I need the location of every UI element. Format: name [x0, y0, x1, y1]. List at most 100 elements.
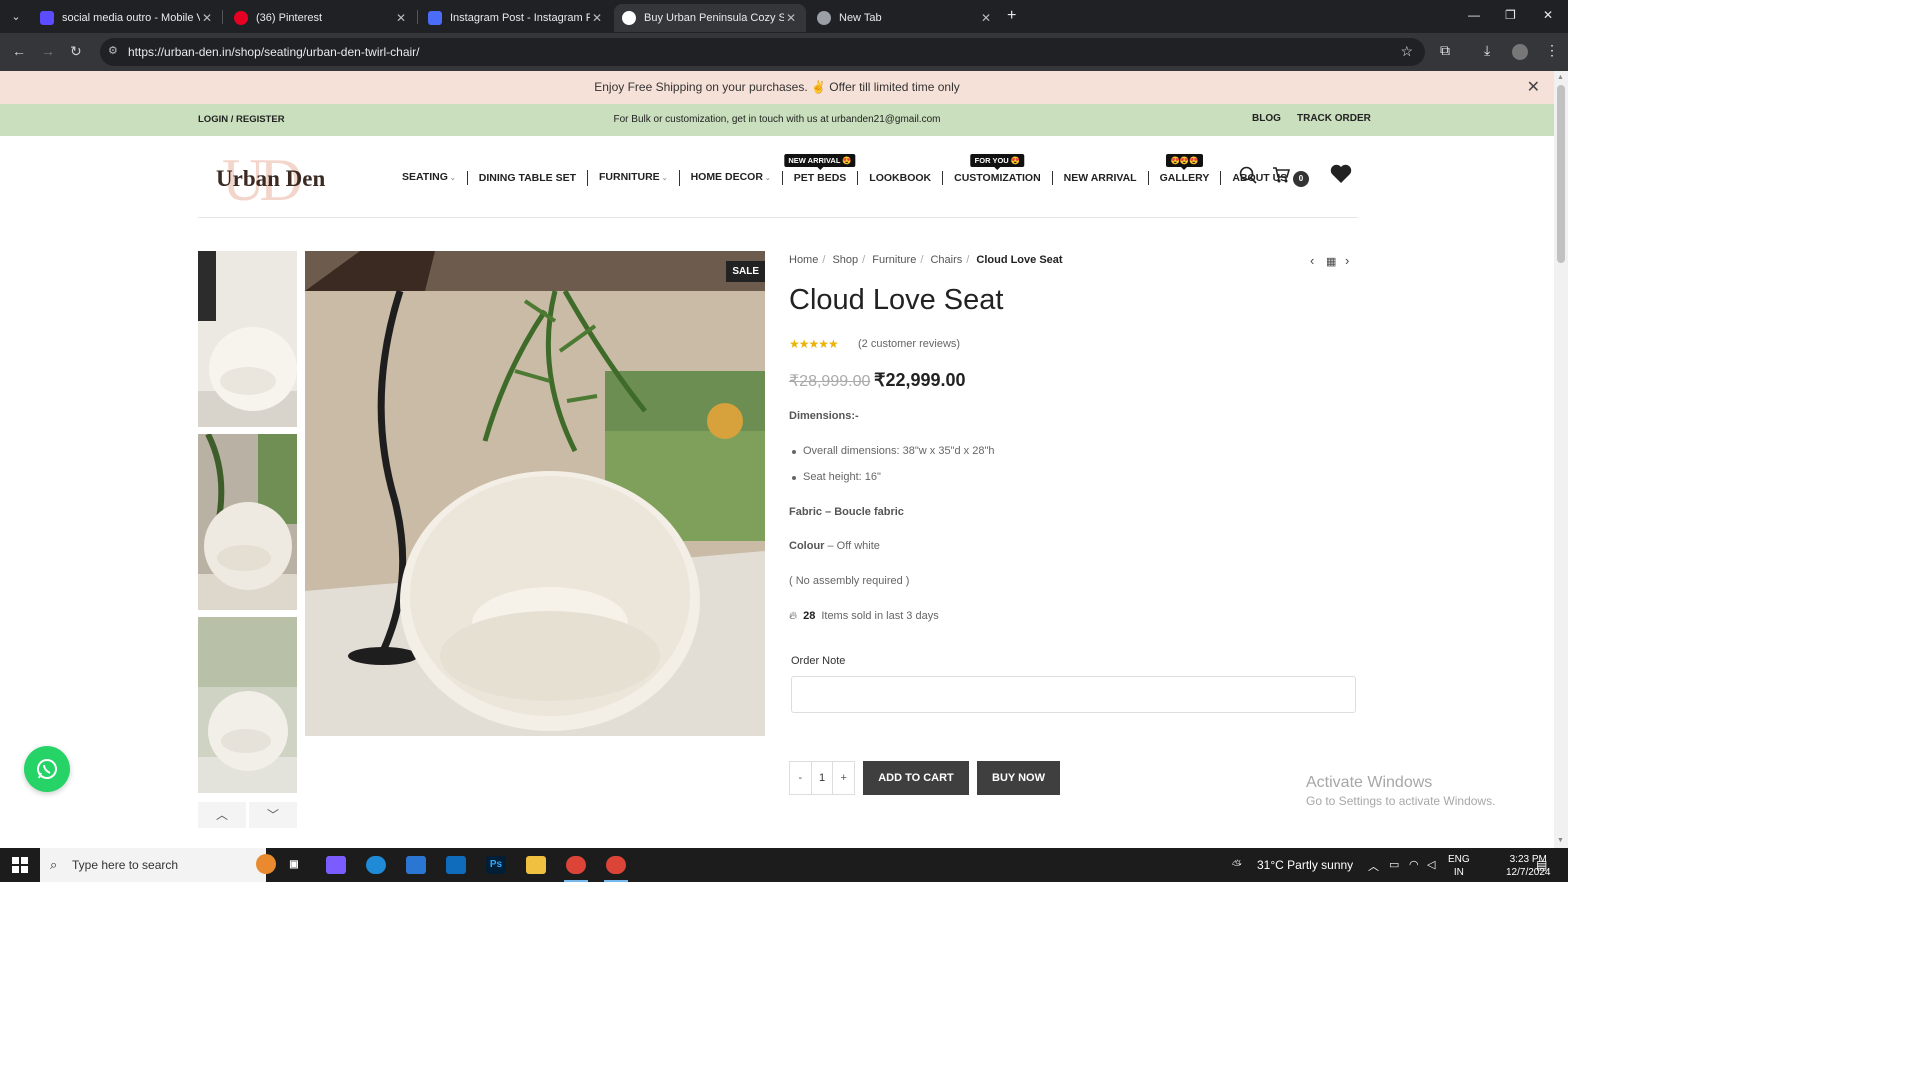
browser-tab-3[interactable]: Instagram Post - Instagram Pos ✕: [420, 4, 612, 32]
whatsapp-chat-icon[interactable]: [24, 746, 70, 792]
restore-icon[interactable]: ❐: [1505, 8, 1516, 22]
outlook-icon[interactable]: [446, 856, 466, 874]
chrome-icon[interactable]: [564, 856, 588, 882]
browser-tab-4-active[interactable]: Buy Urban Peninsula Cozy Swiv ✕: [614, 4, 806, 32]
download-icon[interactable]: ⤓: [1484, 42, 1490, 59]
chevron-down-icon: ⌄: [764, 175, 771, 182]
language-indicator[interactable]: ENG IN: [1448, 853, 1470, 879]
cart-icon[interactable]: [1272, 166, 1290, 189]
order-note-label: Order Note: [791, 655, 846, 667]
nav-item-home-decor[interactable]: HOME DECOR ⌄: [678, 170, 782, 186]
tab-search-button[interactable]: ⌄: [6, 7, 26, 27]
blog-link[interactable]: BLOG: [1252, 113, 1281, 124]
quantity-plus-button[interactable]: +: [833, 762, 854, 794]
breadcrumb-furniture[interactable]: Furniture: [872, 254, 916, 266]
minimize-icon[interactable]: —: [1468, 8, 1480, 22]
quantity-minus-button[interactable]: -: [790, 762, 811, 794]
extensions-puzzle-icon[interactable]: ⧉: [1440, 42, 1450, 59]
copilot-icon[interactable]: [326, 856, 346, 874]
customer-reviews-link[interactable]: (2 customer reviews): [858, 338, 960, 350]
scroll-up-arrow-icon[interactable]: ▲: [1557, 74, 1564, 81]
task-view-icon[interactable]: ▣: [284, 856, 304, 874]
chrome-favicon-icon: [817, 11, 831, 25]
edge-browser-icon[interactable]: [366, 856, 386, 874]
grid-back-to-shop-icon[interactable]: ▦: [1326, 255, 1336, 268]
nav-item-seating[interactable]: SEATING ⌄: [402, 170, 467, 186]
heart-wishlist-icon[interactable]: [1330, 164, 1352, 189]
for-you-badge: FOR YOU 😍: [970, 154, 1025, 170]
site-settings-icon[interactable]: ⚙: [108, 44, 122, 58]
previous-product-icon[interactable]: ‹: [1310, 253, 1314, 268]
more-menu-icon[interactable]: ⋮: [1545, 42, 1559, 59]
buy-now-button[interactable]: BUY NOW: [977, 761, 1060, 795]
new-tab-plus-icon[interactable]: +: [1007, 7, 1016, 25]
taskbar-search-box[interactable]: ⌕ Type here to search: [40, 848, 276, 882]
close-tab-icon[interactable]: ✕: [979, 11, 993, 25]
breadcrumb-shop[interactable]: Shop: [832, 254, 858, 266]
nav-item-gallery[interactable]: 😍😍😍 GALLERY: [1147, 154, 1221, 185]
weather-text[interactable]: 31°C Partly sunny: [1257, 858, 1353, 872]
thumbnails-up-arrow-icon[interactable]: ︿: [198, 802, 246, 828]
scroll-down-arrow-icon[interactable]: ▼: [1557, 837, 1564, 844]
forward-arrow-icon[interactable]: →: [41, 43, 55, 59]
product-title: Cloud Love Seat: [789, 284, 1004, 316]
back-arrow-icon[interactable]: ←: [12, 43, 26, 59]
browser-tab-2[interactable]: (36) Pinterest ✕: [226, 4, 416, 32]
show-hidden-icons-icon[interactable]: ︿: [1368, 858, 1379, 874]
nav-item-customization[interactable]: FOR YOU 😍 CUSTOMIZATION: [942, 154, 1052, 185]
rating-stars-icon: ★★★★★: [789, 337, 839, 351]
photoshop-icon[interactable]: Ps: [486, 856, 506, 874]
nav-item-furniture[interactable]: FURNITURE ⌄: [587, 170, 679, 186]
close-tab-icon[interactable]: ✕: [394, 11, 408, 25]
product-thumbnail-1[interactable]: [198, 251, 297, 427]
breadcrumb-chairs[interactable]: Chairs: [930, 254, 962, 266]
sold-count: 28: [803, 610, 816, 622]
nav-item-new-arrival[interactable]: NEW ARRIVAL: [1051, 171, 1148, 185]
browser-tab-5[interactable]: New Tab ✕: [809, 4, 1001, 32]
reload-icon[interactable]: ↻: [70, 43, 82, 60]
chrome-profile-icon[interactable]: [604, 856, 628, 882]
quantity-input[interactable]: 1: [810, 762, 834, 794]
product-thumbnail-3[interactable]: [198, 617, 297, 793]
search-icon[interactable]: [1239, 166, 1257, 189]
sale-badge: SALE: [726, 261, 765, 282]
url-text[interactable]: https://urban-den.in/shop/seating/urban-…: [128, 45, 420, 59]
add-to-cart-button[interactable]: ADD TO CART: [863, 761, 969, 795]
file-explorer-icon[interactable]: [526, 856, 546, 874]
original-price: ₹28,999.00: [789, 373, 871, 390]
address-bar[interactable]: ⚙ https://urban-den.in/shop/seating/urba…: [100, 38, 1425, 66]
nav-item-pet-beds[interactable]: NEW ARRIVAL 😍 PET BEDS: [781, 154, 858, 185]
tab-title: Instagram Post - Instagram Pos: [450, 12, 590, 24]
windows-start-icon[interactable]: [12, 857, 28, 878]
scrollbar-thumb[interactable]: [1557, 85, 1565, 263]
thumbnails-down-arrow-icon[interactable]: ﹀: [249, 802, 297, 828]
tab-title: (36) Pinterest: [256, 12, 323, 24]
region-code: IN: [1453, 867, 1464, 878]
bookmark-star-icon[interactable]: ☆: [1400, 43, 1413, 60]
meet-now-icon[interactable]: ▭: [1389, 858, 1399, 871]
wifi-icon[interactable]: ◠: [1409, 858, 1419, 871]
nav-item-lookbook[interactable]: LOOKBOOK: [857, 171, 942, 185]
microsoft-store-icon[interactable]: [406, 856, 426, 874]
site-logo[interactable]: UD Urban Den: [216, 147, 326, 213]
order-note-input[interactable]: [791, 676, 1356, 713]
weather-icon[interactable]: ⛅︎: [1232, 858, 1242, 873]
cart-count-badge: 0: [1293, 171, 1309, 187]
product-main-image[interactable]: SALE: [305, 251, 765, 736]
breadcrumb-home[interactable]: Home: [789, 254, 818, 266]
chair-thumbnail-image: [198, 617, 297, 793]
volume-icon[interactable]: ◁: [1427, 858, 1435, 871]
track-order-link[interactable]: TRACK ORDER: [1297, 113, 1371, 124]
notifications-icon[interactable]: ▤: [1536, 858, 1547, 872]
product-thumbnail-2[interactable]: [198, 434, 297, 610]
next-product-icon[interactable]: ›: [1345, 253, 1349, 268]
close-tab-icon[interactable]: ✕: [590, 11, 604, 25]
page-scrollbar[interactable]: ▲ ▼: [1554, 71, 1568, 848]
profile-avatar-icon[interactable]: [1512, 44, 1528, 60]
close-tab-icon[interactable]: ✕: [200, 11, 214, 25]
close-tab-icon[interactable]: ✕: [784, 11, 798, 25]
nav-item-dining-table-set[interactable]: DINING TABLE SET: [466, 171, 587, 185]
close-window-icon[interactable]: ✕: [1543, 8, 1553, 22]
close-icon[interactable]: ✕: [1527, 71, 1540, 104]
browser-tab-1[interactable]: social media outro - Mobile Vid ✕: [32, 4, 222, 32]
